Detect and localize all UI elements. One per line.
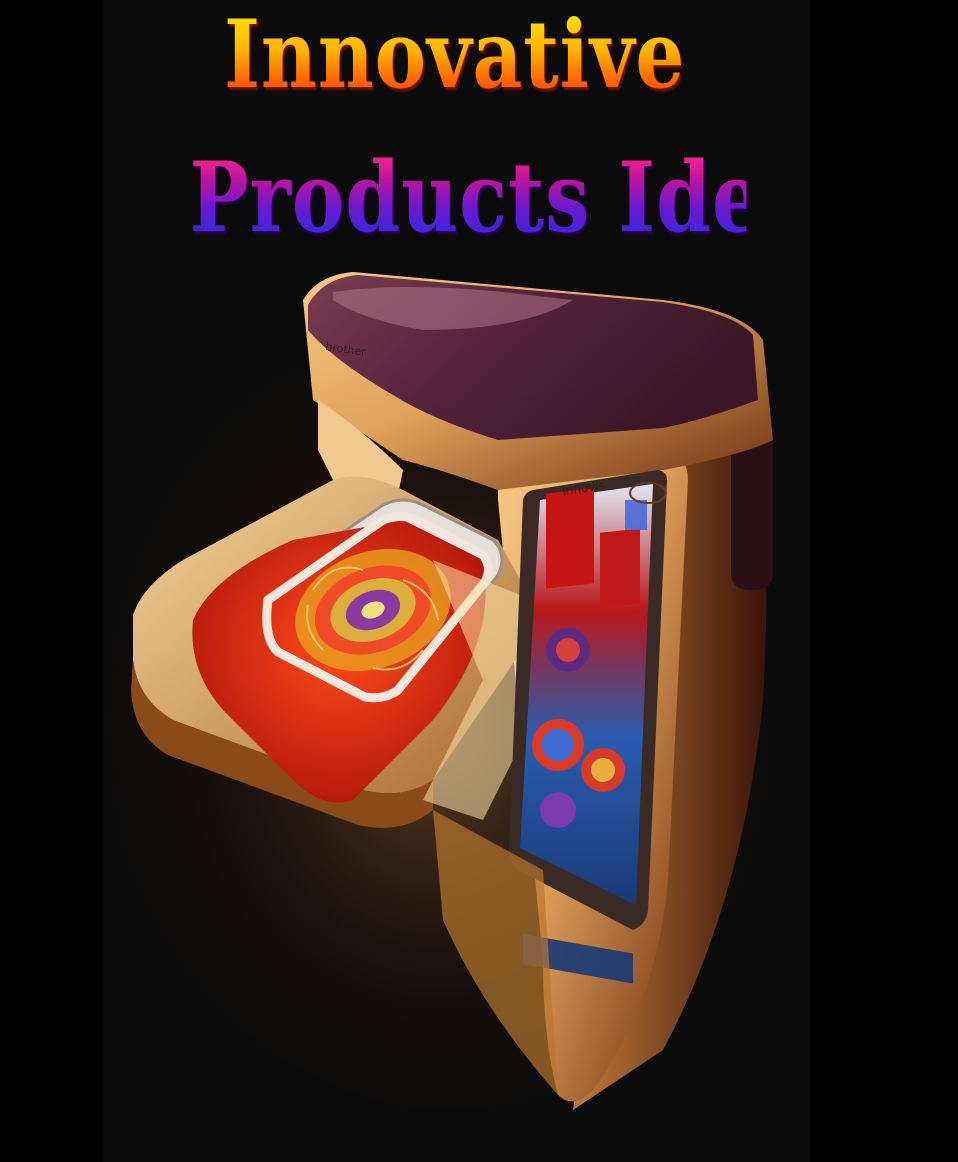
page: brother innovis Innovative Products Idea…: [0, 0, 958, 1162]
handwheel: [731, 430, 773, 590]
poster: brother innovis Innovative Products Idea…: [103, 0, 810, 1162]
title-line-2: Products Ideas: [167, 150, 810, 246]
title-line-1: Innovative: [167, 8, 747, 102]
